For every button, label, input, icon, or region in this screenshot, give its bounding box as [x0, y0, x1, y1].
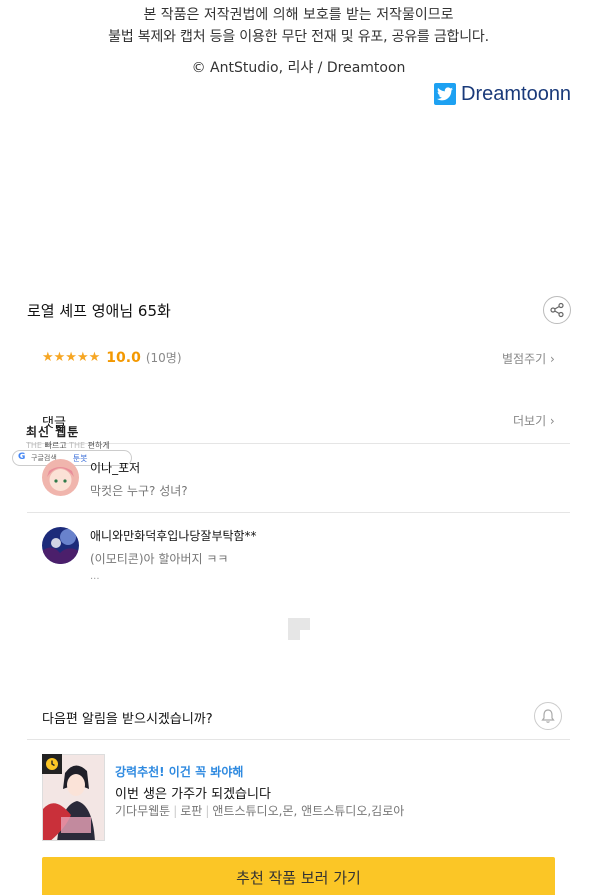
rate-button[interactable]: 별점주기 ›	[502, 350, 555, 367]
copyright-credit: © AntStudio, 리샤 / Dreamtoon	[191, 60, 406, 76]
rating-count: (10명)	[145, 351, 182, 365]
share-icon	[550, 302, 564, 318]
comments-more-link[interactable]: 더보기 ›	[513, 412, 555, 429]
comment-item: 애니와만화덕후입나당잘부탁함** (이모티콘)아 할아버지 ㅋㅋ ...	[42, 527, 257, 582]
comment-text: 막컷은 누구? 성녀?	[90, 484, 188, 498]
loading-icon	[288, 618, 310, 640]
recommend-tag: 강력추천! 이건 꼭 봐야해	[115, 765, 244, 779]
recommend-title[interactable]: 이번 생은 가주가 되겠습니다	[115, 783, 271, 802]
twitter-icon	[434, 83, 456, 105]
clock-icon	[42, 754, 62, 774]
comment-more: ...	[90, 571, 100, 582]
notify-toggle-button[interactable]	[534, 702, 562, 730]
comment-item: 이나_포저 막컷은 누구? 성녀?	[42, 459, 188, 499]
avatar	[42, 527, 79, 564]
comment-text: (이모티콘)아 할아버지 ㅋㅋ	[90, 552, 229, 566]
bell-icon	[541, 709, 555, 723]
notify-question: 다음편 알림을 받으시겠습니까?	[42, 712, 213, 727]
comment-author: 애니와만화덕후입나당잘부탁함**	[90, 529, 257, 543]
twitter-link[interactable]: Dreamtoonn	[434, 82, 571, 106]
rating-summary: ★★★★★ 10.0 (10명)	[42, 349, 182, 366]
divider	[27, 512, 570, 513]
copyright-notice: 본 작품은 저작권법에 의해 보호를 받는 저작물이므로 불법 복제와 캡처 등…	[0, 4, 597, 48]
share-button[interactable]	[543, 296, 571, 324]
copyright-line-2: 불법 복제와 캡처 등을 이용한 무단 전재 및 유포, 공유를 금합니다.	[108, 29, 489, 45]
divider	[27, 739, 570, 740]
copyright-line-1: 본 작품은 저작권법에 의해 보호를 받는 저작물이므로	[143, 7, 454, 23]
twitter-label: Dreamtoonn	[461, 82, 572, 105]
comment-author: 이나_포저	[90, 461, 141, 475]
episode-title: 로열 셰프 영애님 65화	[27, 302, 171, 320]
recommend-cta-button[interactable]: 추천 작품 보러 가기	[42, 857, 555, 895]
webtoon-ad-overlay[interactable]: 최신 웹툰 THE 빠르고 THE 편하게	[26, 423, 110, 451]
ad-title: 최신 웹툰	[26, 425, 80, 439]
rating-score: 10.0	[106, 349, 141, 366]
avatar	[42, 459, 79, 496]
google-icon: G	[18, 452, 26, 462]
recommend-meta: 기다무웹툰 | 로판 | 앤트스튜디오,몬, 앤트스튜디오,김로아	[115, 804, 405, 818]
star-rating: ★★★★★	[42, 350, 101, 365]
